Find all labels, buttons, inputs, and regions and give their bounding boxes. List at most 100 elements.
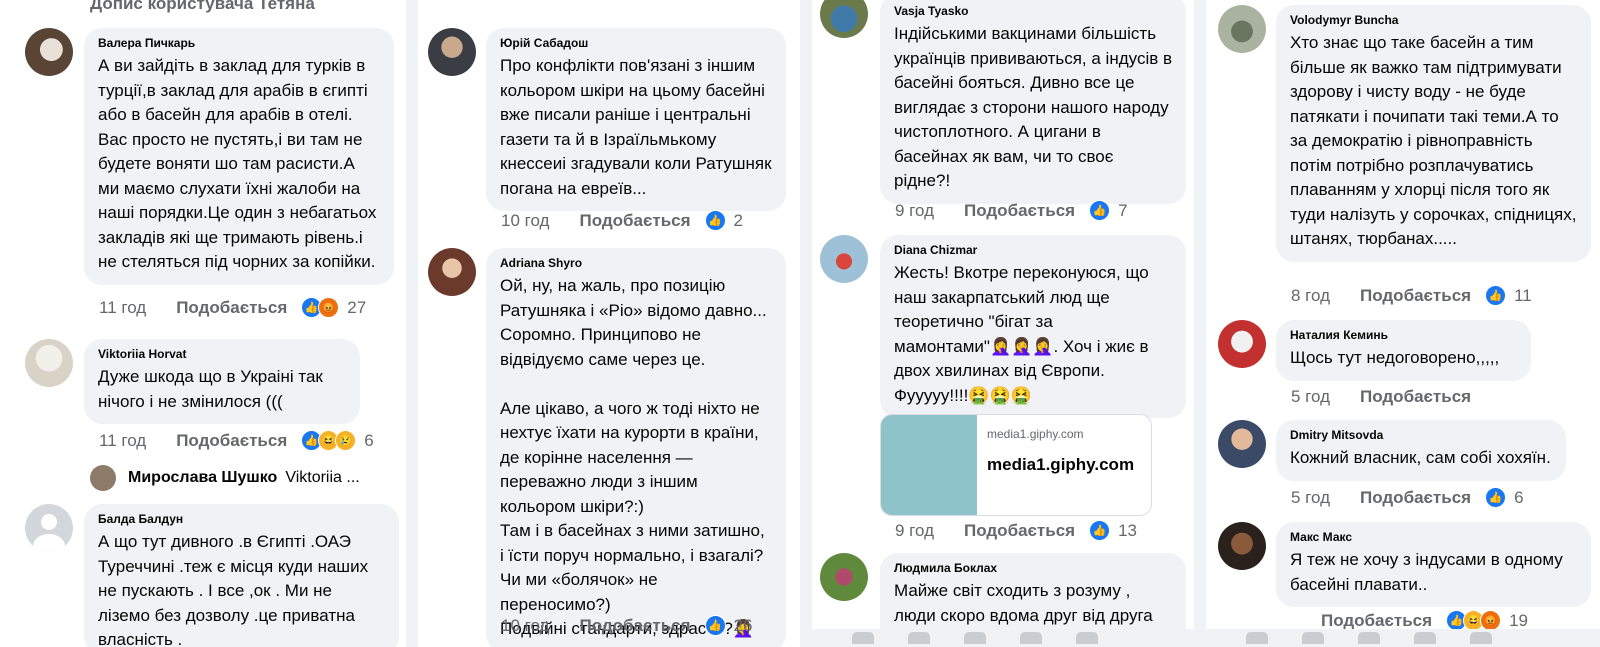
link-domain: media1.giphy.com	[987, 427, 1084, 441]
link-title: media1.giphy.com	[987, 455, 1135, 474]
comment-time[interactable]: 10 год	[501, 616, 549, 636]
avatar	[90, 465, 116, 491]
comment-author[interactable]: Volodymyr Buncha	[1290, 13, 1577, 27]
comment-author[interactable]: Diana Chizmar	[894, 243, 1172, 257]
reactions[interactable]: 👍 😆 😢	[301, 430, 357, 451]
comment-meta: Подобається 👍 😆 😡 19	[1291, 610, 1528, 631]
reaction-count: 19	[1509, 610, 1528, 630]
comments-column-1: Допис користувача Тетяна Валера Пичкарь …	[0, 0, 410, 647]
column-divider	[1194, 0, 1206, 647]
reactions[interactable]: 👍	[1485, 285, 1507, 306]
toolbar-icon[interactable]	[1302, 632, 1324, 644]
comment-bubble: Diana Chizmar Жесть! Вкотре переконуюся,…	[880, 235, 1186, 418]
comment-meta: 8 год Подобається 👍 11	[1291, 285, 1532, 306]
like-button[interactable]: Подобається	[176, 298, 287, 318]
comment-author[interactable]: Балда Балдун	[98, 512, 385, 526]
comment-author[interactable]: Юрій Сабадош	[500, 36, 772, 50]
like-button[interactable]: Подобається	[1360, 387, 1471, 407]
avatar[interactable]	[25, 28, 73, 76]
comment-bubble: Валера Пичкарь А ви зайдіть в заклад для…	[84, 28, 394, 285]
comment-bubble: Adriana Shyro Ой, ну, на жаль, про позиц…	[486, 248, 786, 647]
comment-time[interactable]: 9 год	[895, 521, 934, 541]
avatar[interactable]	[428, 248, 476, 296]
toolbar-icon[interactable]	[1020, 632, 1042, 644]
avatar[interactable]	[25, 339, 73, 387]
comment-meta: 9 год Подобається 👍 13	[895, 520, 1137, 541]
reactions[interactable]: 👍	[704, 615, 726, 636]
avatar[interactable]	[820, 553, 868, 601]
comment-author[interactable]: Макс Макс	[1290, 530, 1577, 544]
comment-text: А ви зайдіть в заклад для турків в турці…	[98, 56, 377, 271]
comment-text: Ой, ну, на жаль, про позицію Ратушняка і…	[500, 276, 767, 638]
like-button[interactable]: Подобається	[579, 211, 690, 231]
like-button[interactable]: Подобається	[964, 201, 1075, 221]
comment-text: Щось тут недоговорено,,,,,	[1290, 348, 1500, 367]
toolbar-icon[interactable]	[1358, 632, 1380, 644]
avatar[interactable]	[1218, 320, 1266, 368]
reactions[interactable]: 👍	[1485, 487, 1507, 508]
comment-author[interactable]: Наталия Кеминь	[1290, 328, 1517, 342]
avatar[interactable]	[820, 0, 868, 38]
comments-column-4: Volodymyr Buncha Хто знає що таке басейн…	[1206, 0, 1600, 647]
avatar[interactable]	[1218, 522, 1266, 570]
comment-author[interactable]: Viktoriia Horvat	[98, 347, 346, 361]
comment-meta: 5 год Подобається 👍 6	[1291, 487, 1524, 508]
reactions[interactable]: 👍 😡	[301, 297, 340, 318]
comments-column-2: Юрій Сабадош Про конфлікти пов'язані з і…	[418, 0, 806, 647]
toolbar-icon[interactable]	[1246, 632, 1268, 644]
avatar[interactable]	[25, 504, 73, 552]
comment-author[interactable]: Валера Пичкарь	[98, 36, 380, 50]
reactions[interactable]: 👍	[704, 210, 726, 231]
comment-author[interactable]: Vasja Tyasko	[894, 4, 1172, 18]
comment-bubble: Макс Макс Я теж не хочу з індусами в одн…	[1276, 522, 1591, 607]
toolbar-icon[interactable]	[1470, 632, 1492, 644]
reaction-count: 7	[1118, 200, 1128, 220]
reaction-count: 6	[1514, 487, 1524, 507]
reaction-count: 13	[1118, 520, 1137, 540]
reaction-count: 26	[733, 615, 753, 635]
comment-text: Індійськими вакцинами більшість українці…	[894, 24, 1173, 190]
toolbar-icon[interactable]	[908, 632, 930, 644]
comment-time[interactable]: 10 год	[501, 211, 549, 231]
toolbar-icon[interactable]	[852, 632, 874, 644]
comment-author[interactable]: Adriana Shyro	[500, 256, 772, 270]
angry-icon: 😡	[1480, 610, 1502, 631]
reply-preview[interactable]: Мирослава Шушко Viktoriia ...	[90, 465, 360, 491]
like-button[interactable]: Подобається	[1360, 488, 1471, 508]
like-button[interactable]: Подобається	[964, 521, 1075, 541]
comment-time[interactable]: 9 год	[895, 201, 934, 221]
reactions[interactable]: 👍	[1089, 520, 1111, 541]
like-button[interactable]: Подобається	[176, 431, 287, 451]
reactions[interactable]: 👍 😆 😡	[1446, 610, 1502, 631]
like-icon: 👍	[1089, 200, 1111, 221]
reaction-count: 11	[1514, 285, 1532, 305]
reactions[interactable]: 👍	[1089, 200, 1111, 221]
comment-meta: 11 год Подобається 👍 😆 😢 6	[99, 430, 374, 451]
reply-author[interactable]: Мирослава Шушко	[128, 469, 277, 487]
like-button[interactable]: Подобається	[1321, 611, 1432, 631]
comment-time[interactable]: 5 год	[1291, 488, 1330, 508]
avatar[interactable]	[428, 28, 476, 76]
like-button[interactable]: Подобається	[579, 616, 690, 636]
default-avatar-icon	[33, 514, 65, 552]
comment-author[interactable]: Dmitry Mitsovda	[1290, 428, 1552, 442]
like-button[interactable]: Подобається	[1360, 286, 1471, 306]
comment-time[interactable]: 11 год	[99, 298, 146, 318]
comment-time[interactable]: 5 год	[1291, 387, 1330, 407]
toolbar-icon[interactable]	[1414, 632, 1436, 644]
comment-bubble: Vasja Tyasko Індійськими вакцинами більш…	[880, 0, 1186, 204]
comment-text: Кожний власник, сам собі хохяїн.	[1290, 448, 1551, 467]
like-icon: 👍	[704, 210, 726, 231]
toolbar-icon[interactable]	[964, 632, 986, 644]
avatar[interactable]	[820, 235, 868, 283]
link-preview[interactable]: media1.giphy.com media1.giphy.com	[880, 414, 1152, 516]
comment-meta: 10 год Подобається 👍 26	[501, 615, 752, 636]
toolbar-icon[interactable]	[1076, 632, 1098, 644]
avatar[interactable]	[1218, 420, 1266, 468]
column-divider	[406, 0, 418, 647]
comment-time[interactable]: 8 год	[1291, 286, 1330, 306]
comment-author[interactable]: Людмила Боклах	[894, 561, 1172, 575]
comment-time[interactable]: 11 год	[99, 431, 146, 451]
avatar[interactable]	[1218, 5, 1266, 53]
comment-text: Майже світ сходить з розуму , люди скоро…	[894, 581, 1153, 625]
